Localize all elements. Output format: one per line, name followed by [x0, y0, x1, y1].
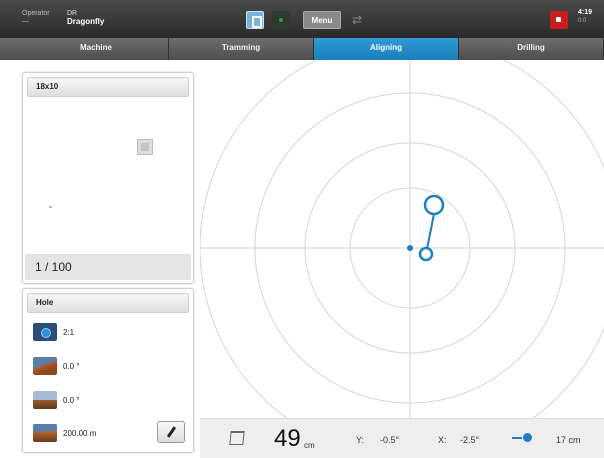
alert-icon[interactable] — [550, 11, 568, 29]
azimuth-angle-icon — [33, 391, 57, 409]
clock-sub: 0:0 — [578, 18, 587, 24]
main-tabs: Machine Tramming Aligning Drilling — [24, 38, 604, 60]
hole-azimuth-row[interactable]: 0.0 ° — [33, 391, 80, 409]
operator-info: Operator — — [22, 10, 50, 26]
y-value: -0.5° — [380, 435, 400, 445]
distance-value: 17 cm — [556, 435, 581, 445]
tab-machine[interactable]: Machine — [24, 38, 169, 60]
operator-value: — — [22, 18, 29, 25]
hole-dip-value: 0.0 ° — [63, 361, 80, 371]
hole-scale-value: 2:1 — [63, 327, 75, 337]
tab-tramming[interactable]: Tramming — [169, 38, 314, 60]
clock-time: 4:19 — [578, 9, 593, 16]
pattern-marker — [49, 206, 52, 208]
depth-value: 49 — [274, 425, 301, 452]
distance-icon — [512, 433, 532, 443]
hole-length-row[interactable]: 200.00 m — [33, 424, 96, 442]
hole-dip-row[interactable]: 0.0 ° — [33, 357, 80, 375]
tab-bar-spacer — [0, 38, 24, 60]
drill-info: DR Dragonfly — [67, 10, 104, 26]
target-rings — [200, 60, 604, 418]
depth-unit: cm — [304, 441, 315, 450]
alignment-target-view[interactable] — [200, 60, 604, 418]
hole-panel: Hole 2:1 0.0 ° 0.0 ° 200.00 m — [22, 288, 194, 453]
alignment-target — [200, 60, 604, 418]
depth-icon — [229, 431, 245, 445]
drill-name: Dragonfly — [67, 17, 105, 26]
dip-angle-icon — [33, 357, 57, 375]
tab-drilling[interactable]: Drilling — [459, 38, 604, 60]
feed-direction-marker[interactable] — [423, 194, 445, 216]
pattern-title[interactable]: 18x10 — [27, 77, 189, 97]
pattern-thumbnail[interactable] — [137, 139, 153, 155]
top-status-bar: Operator — DR Dragonfly Menu ⇄ 4:19 0:0 — [0, 0, 604, 38]
hole-counter[interactable]: 1 / 100 — [25, 254, 191, 280]
boom-position-marker[interactable] — [418, 246, 434, 262]
hole-length-icon — [33, 424, 57, 442]
edit-pencil-button[interactable] — [157, 421, 185, 443]
hole-scale-row[interactable]: 2:1 — [33, 323, 74, 341]
operator-label: Operator — [22, 10, 50, 17]
hole-azimuth-value: 0.0 ° — [63, 395, 80, 405]
target-scale-icon — [33, 323, 57, 341]
target-ring-4 — [200, 60, 604, 418]
tab-aligning[interactable]: Aligning — [314, 38, 459, 60]
clock: 4:19 0:0 — [578, 9, 592, 25]
x-value: -2.5° — [460, 435, 480, 445]
hole-length-value: 200.00 m — [63, 428, 97, 438]
bottom-info-bar: 49 cm Y: -0.5° X: -2.5° 17 cm — [200, 418, 604, 458]
status-indicator-icon[interactable] — [272, 11, 290, 29]
swap-arrows-icon[interactable]: ⇄ — [346, 11, 368, 29]
x-label: X: — [438, 435, 447, 445]
target-center-dot — [407, 245, 413, 251]
y-label: Y: — [356, 435, 365, 445]
menu-button[interactable]: Menu — [303, 11, 341, 29]
pattern-panel: 18x10 1 / 100 — [22, 72, 194, 284]
hole-title[interactable]: Hole — [27, 293, 189, 313]
connection-icon[interactable] — [246, 11, 264, 29]
